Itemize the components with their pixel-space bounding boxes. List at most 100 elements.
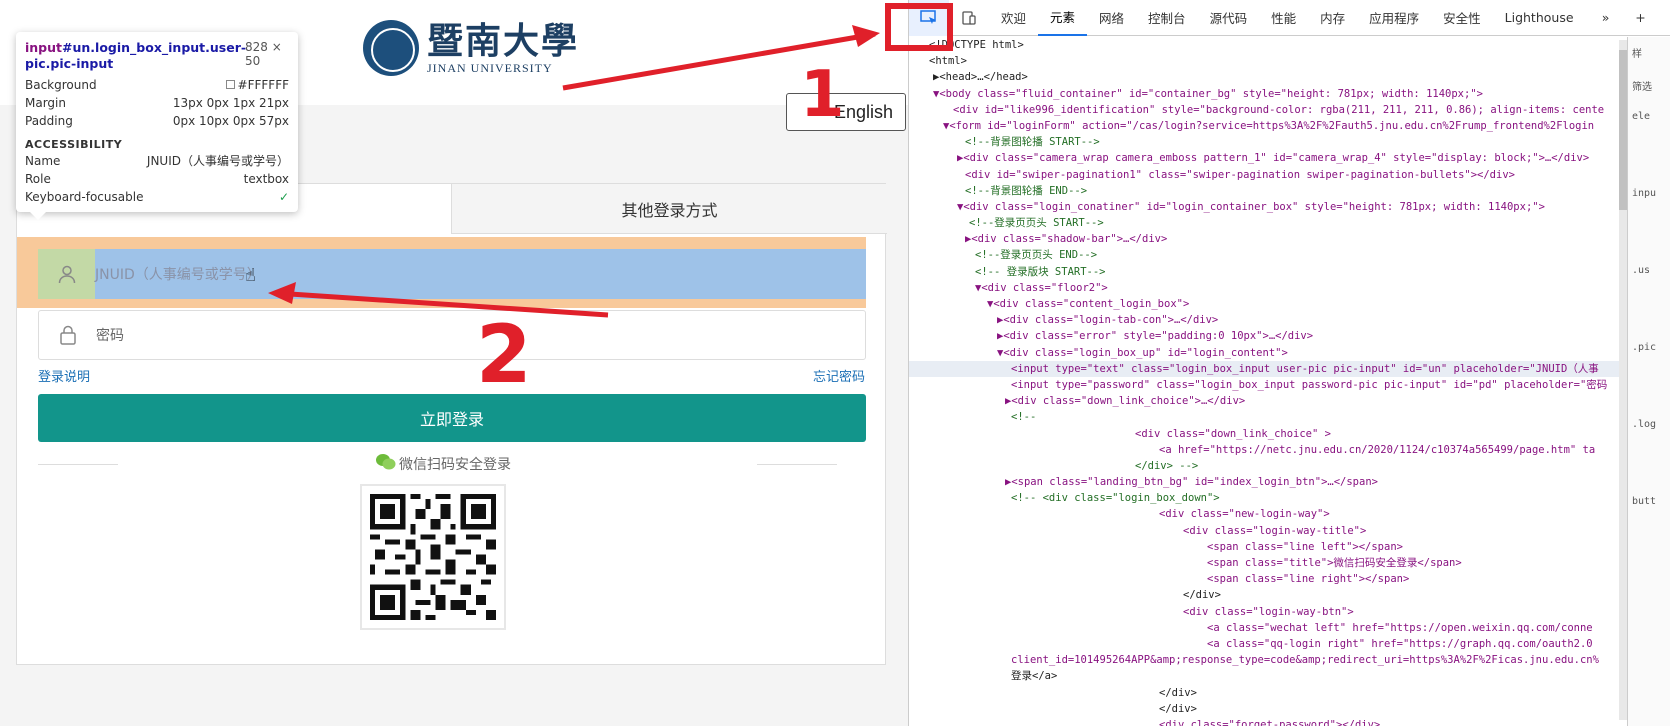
dom-node-line[interactable]: ▶<div class="camera_wrap camera_emboss p… (909, 150, 1627, 166)
tab-network[interactable]: 网络 (1087, 0, 1136, 36)
add-tab-icon[interactable]: + (1626, 0, 1656, 36)
dom-node-line[interactable]: <html> (909, 53, 1627, 69)
dom-node-line[interactable]: </div> (909, 701, 1627, 717)
password-input[interactable]: 密码 (38, 310, 866, 360)
dom-node-line[interactable]: <!--登录页页头 END--> (909, 247, 1627, 263)
hand-cursor-icon: ☝ (245, 265, 256, 286)
dom-node-line[interactable]: <!-- 登录版块 START--> (909, 264, 1627, 280)
inspect-element-icon[interactable] (909, 0, 949, 36)
dom-node-line[interactable]: ▼<form id="loginForm" action="/cas/login… (909, 118, 1627, 134)
dom-node-line[interactable]: client_id=101495264APP&amp;response_type… (909, 652, 1627, 668)
tooltip-row-name: Name JNUID（人事编号或学号） (25, 154, 289, 168)
dom-node-line[interactable]: <span class="line right"></span> (909, 571, 1627, 587)
dom-node-line[interactable]: <div class="login-way-btn"> (909, 604, 1627, 620)
dom-node-line[interactable]: <input type="text" class="login_box_inpu… (909, 360, 1627, 377)
dom-node-line[interactable]: ▶<div class="shadow-bar">…</div> (909, 231, 1627, 247)
dom-node-line[interactable]: <a class="wechat left" href="https://ope… (909, 620, 1627, 636)
lock-icon (39, 325, 96, 345)
dom-node-line[interactable]: <!--背景图轮播 START--> (909, 134, 1627, 150)
elements-scrollbar[interactable] (1619, 40, 1627, 720)
forgot-password-link[interactable]: 忘记密码 (813, 366, 865, 385)
english-language-button[interactable]: English (786, 93, 906, 131)
login-page: 暨南大學 JINAN UNIVERSITY English 其他登录方式 JNU… (0, 0, 908, 726)
dom-node-line[interactable]: <span class="line left"></span> (909, 539, 1627, 555)
dom-node-line[interactable]: <a class="qq-login right" href="https://… (909, 636, 1627, 652)
logo-english-name: JINAN UNIVERSITY (427, 60, 553, 75)
wechat-login-label: 微信扫码安全登录 (399, 457, 511, 473)
tab-application[interactable]: 应用程序 (1357, 0, 1431, 36)
tab-console[interactable]: 控制台 (1136, 0, 1198, 36)
dom-node-line[interactable]: <!DOCTYPE html> (909, 37, 1627, 53)
styles-pane[interactable]: 样筛选 ele inpu .us .pic .log butt (1627, 37, 1670, 726)
dom-node-line[interactable]: <!-- <div class="login_box_down"> (909, 490, 1627, 506)
dom-node-line[interactable]: <!--登录页页头 START--> (909, 215, 1627, 231)
dom-node-line[interactable]: <div id="like996_identification" style="… (909, 102, 1627, 118)
dom-node-line[interactable]: <a href="https://netc.jnu.edu.cn/2020/11… (909, 442, 1627, 458)
dom-node-line[interactable]: </div> (909, 685, 1627, 701)
dom-node-line[interactable]: <span class="title">微信扫码安全登录</span> (909, 555, 1627, 571)
device-toolbar-icon[interactable] (949, 0, 989, 36)
dom-node-line[interactable]: ▼<div class="login_box_up" id="login_con… (909, 345, 1627, 361)
login-help-link[interactable]: 登录说明 (38, 366, 90, 385)
styles-pane-label: butt (1632, 496, 1657, 507)
tooltip-selector: input#un.login_box_input.user-pic.pic-in… (25, 40, 247, 71)
wechat-qr-code (360, 484, 506, 630)
tab-elements[interactable]: 元素 (1038, 0, 1088, 36)
dom-node-line[interactable]: <div class="login-way-title"> (909, 523, 1627, 539)
dom-node-line[interactable]: ▶<div class="login-tab-con">…</div> (909, 312, 1627, 328)
dom-node-line[interactable]: ▶<span class="landing_btn_bg" id="index_… (909, 474, 1627, 490)
dom-node-line[interactable]: <div id="swiper-pagination1" class="swip… (909, 167, 1627, 183)
dom-node-line[interactable]: ▼<body class="fluid_container" id="conta… (909, 86, 1627, 102)
dom-node-line[interactable]: </div> --> (909, 458, 1627, 474)
dom-node-line[interactable]: <input type="password" class="login_box_… (909, 377, 1627, 393)
tab-other-login[interactable]: 其他登录方式 (451, 184, 887, 234)
dom-node-line[interactable]: ▼<div class="login_conatiner" id="login_… (909, 199, 1627, 215)
devtools-panel: 欢迎 元素 网络 控制台 源代码 性能 内存 应用程序 安全性 Lighthou… (908, 0, 1670, 726)
dom-node-line[interactable]: ▼<div class="content_login_box"> (909, 296, 1627, 312)
tab-security[interactable]: 安全性 (1431, 0, 1493, 36)
wechat-icon (375, 453, 397, 475)
logo-chinese-name: 暨南大學 (427, 19, 580, 62)
wechat-login-title[interactable]: 微信扫码安全登录 (375, 453, 515, 475)
tooltip-row-margin: Margin 13px 0px 1px 21px (25, 96, 289, 110)
jnuid-placeholder: JNUID（人事编号或学号） (95, 267, 261, 283)
styles-pane-label: .pic (1632, 342, 1657, 353)
dom-node-line[interactable]: 登录</a> (909, 668, 1627, 684)
tab-sources[interactable]: 源代码 (1198, 0, 1260, 36)
dom-node-line[interactable]: ▶<head>…</head> (909, 69, 1627, 85)
styles-pane-label: .log (1632, 419, 1657, 430)
login-button[interactable]: 立即登录 (38, 394, 866, 442)
styles-pane-label: ele (1632, 111, 1651, 122)
dom-node-line[interactable]: <div class="down_link_choice" > (909, 426, 1627, 442)
user-icon (38, 264, 95, 284)
tab-performance[interactable]: 性能 (1259, 0, 1308, 36)
dom-node-line[interactable]: <!-- (909, 409, 1627, 425)
tooltip-row-background: Background #FFFFFF (25, 78, 289, 92)
divider-right (757, 464, 837, 465)
styles-pane-label: inpu (1632, 188, 1657, 199)
dom-node-line[interactable]: ▶<div class="error" style="padding:0 10p… (909, 328, 1627, 344)
password-placeholder: 密码 (96, 328, 124, 344)
styles-pane-label: .us (1632, 265, 1651, 276)
dom-node-line[interactable]: ▼<div class="floor2"> (909, 280, 1627, 296)
tab-welcome[interactable]: 欢迎 (989, 0, 1038, 36)
color-swatch-icon (225, 80, 235, 89)
check-icon: ✓ (278, 190, 289, 204)
dom-node-line[interactable]: <div class="new-login-way"> (909, 506, 1627, 522)
elements-tree[interactable]: <!DOCTYPE html> <html> ▶<head>…</head> ▼<bo… (909, 37, 1627, 726)
tab-memory[interactable]: 内存 (1308, 0, 1357, 36)
dom-node-line[interactable]: <!--背景图轮播 END--> (909, 183, 1627, 199)
tab-lighthouse[interactable]: Lighthouse (1493, 0, 1586, 36)
more-tabs-icon[interactable]: » (1586, 0, 1626, 36)
tooltip-row-padding: Padding 0px 10px 0px 57px (25, 114, 289, 128)
devtools-tabbar: 欢迎 元素 网络 控制台 源代码 性能 内存 应用程序 安全性 Lighthou… (909, 0, 1670, 36)
dom-node-line[interactable]: <div class="forget-password"></div> (909, 717, 1627, 726)
inspect-tooltip: input#un.login_box_input.user-pic.pic-in… (16, 32, 298, 220)
dom-node-line[interactable]: </div> (909, 587, 1627, 603)
jnuid-input[interactable]: JNUID（人事编号或学号） (38, 249, 866, 299)
tooltip-accessibility-title: ACCESSIBILITY (25, 138, 123, 151)
university-logo: 暨南大學 JINAN UNIVERSITY (363, 20, 579, 76)
dom-node-line[interactable]: ▶<div class="down_link_choice">…</div> (909, 393, 1627, 409)
tooltip-row-focusable: Keyboard-focusable ✓ (25, 190, 289, 204)
university-seal-icon (363, 20, 419, 76)
